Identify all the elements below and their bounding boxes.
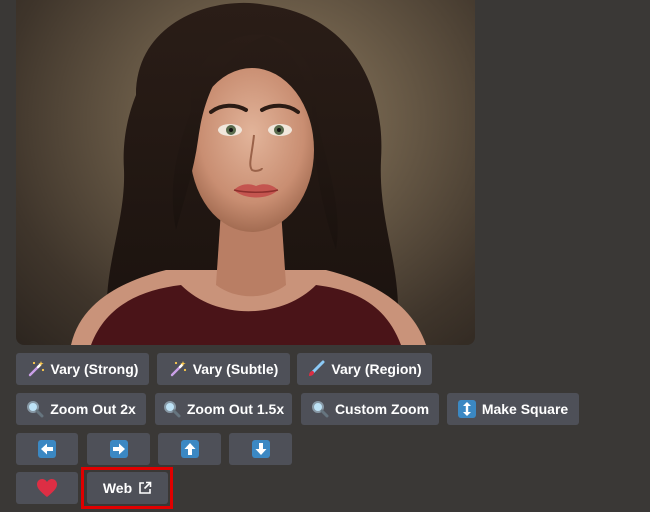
- magic-wand-icon: [27, 360, 45, 378]
- custom-zoom-button[interactable]: Custom Zoom: [301, 393, 439, 425]
- web-button[interactable]: Web: [87, 472, 168, 504]
- arrow-up-icon: [180, 440, 199, 458]
- favorite-button[interactable]: [16, 472, 78, 504]
- paintbrush-icon: [307, 360, 325, 378]
- arrow-left-icon: [38, 440, 56, 458]
- zoom-out-2x-button[interactable]: Zoom Out 2x: [16, 393, 146, 425]
- vary-subtle-button[interactable]: Vary (Subtle): [157, 353, 290, 385]
- portrait-image[interactable]: [16, 0, 475, 345]
- magnifier-icon: [163, 400, 181, 418]
- arrow-right-icon: [109, 440, 128, 458]
- vary-subtle-label: Vary (Subtle): [192, 361, 279, 377]
- vary-region-label: Vary (Region): [331, 361, 422, 377]
- zoom-out-1-5x-button[interactable]: Zoom Out 1.5x: [155, 393, 292, 425]
- zoom-out-2x-label: Zoom Out 2x: [50, 401, 136, 417]
- external-link-icon: [138, 481, 152, 495]
- up-down-arrow-icon: [457, 400, 476, 418]
- message-content: Vary (Strong) Vary (Subtle) Vary (Region…: [0, 0, 650, 512]
- portrait-illustration: [71, 2, 426, 345]
- pan-left-button[interactable]: [16, 433, 78, 465]
- vary-strong-button[interactable]: Vary (Strong): [16, 353, 149, 385]
- custom-zoom-label: Custom Zoom: [334, 401, 430, 417]
- pan-up-button[interactable]: [158, 433, 221, 465]
- magic-wand-icon: [169, 360, 187, 378]
- vary-strong-label: Vary (Strong): [50, 361, 139, 377]
- pan-right-button[interactable]: [87, 433, 150, 465]
- magnifier-icon: [26, 400, 44, 418]
- web-label: Web: [102, 480, 133, 496]
- red-heart-icon: [36, 478, 58, 498]
- make-square-label: Make Square: [481, 401, 569, 417]
- make-square-button[interactable]: Make Square: [447, 393, 579, 425]
- pan-down-button[interactable]: [229, 433, 292, 465]
- arrow-down-icon: [251, 440, 270, 458]
- vary-region-button[interactable]: Vary (Region): [297, 353, 432, 385]
- zoom-out-1-5x-label: Zoom Out 1.5x: [186, 401, 285, 417]
- magnifier-icon: [311, 400, 329, 418]
